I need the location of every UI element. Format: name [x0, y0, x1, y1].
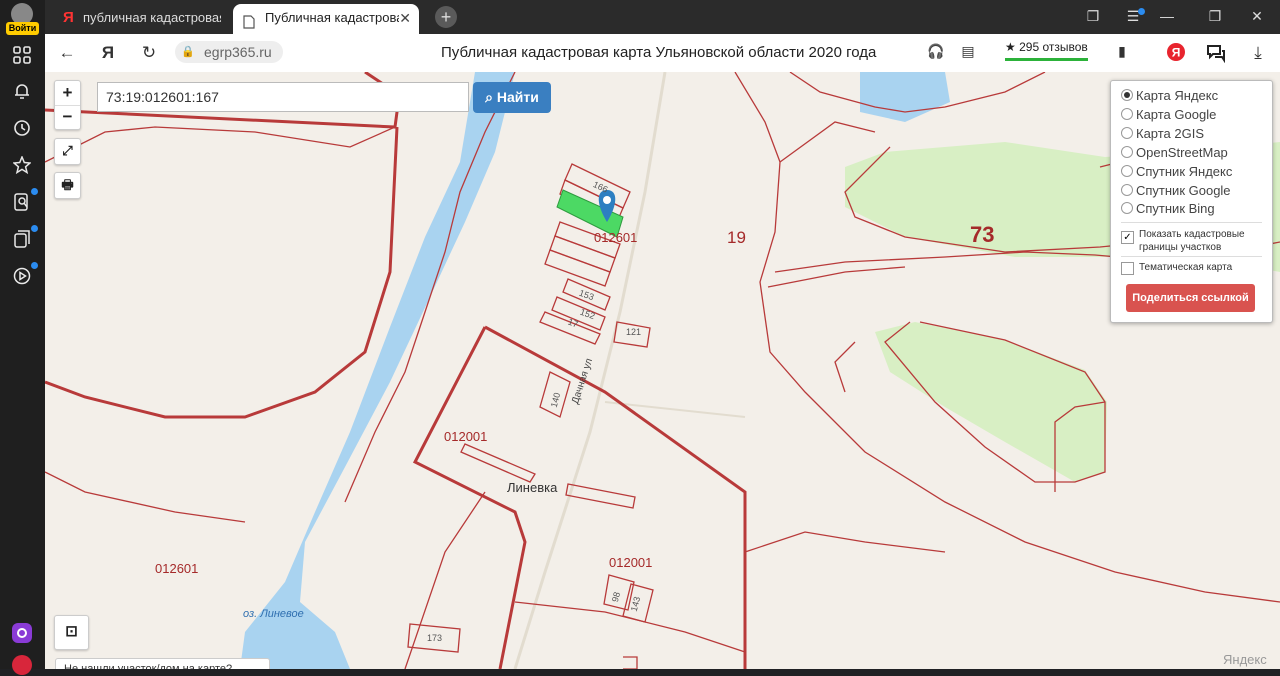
radio-button[interactable]	[1121, 89, 1133, 101]
layer-option[interactable]: Карта 2GIS	[1121, 126, 1204, 141]
url-field[interactable]: 🔒 egrp365.ru	[175, 41, 283, 63]
quarter-label: 012001	[609, 555, 653, 570]
layer-option[interactable]: Спутник Bing	[1121, 201, 1215, 216]
quarter-label: 012601	[155, 561, 199, 576]
layer-option[interactable]: Спутник Google	[1121, 183, 1231, 198]
alice-icon[interactable]	[11, 622, 33, 644]
parcel-label: 173	[427, 633, 443, 643]
tabs-icon[interactable]: ❐	[1083, 8, 1103, 25]
lock-icon: 🔒	[181, 46, 195, 58]
tab-yandex[interactable]: Я публичная кадастровая к	[51, 4, 229, 34]
close-window-icon[interactable]: ✕	[1247, 8, 1267, 25]
tab-label: публичная кадастровая к	[83, 10, 221, 25]
village-label: Линевка	[507, 480, 558, 495]
yandex-button-icon[interactable]: Я	[1165, 42, 1187, 67]
minimize-icon[interactable]: —	[1157, 8, 1177, 24]
reviews-count[interactable]: ★ 295 отзывов	[1005, 40, 1088, 54]
back-icon[interactable]: ←	[56, 43, 78, 63]
star-icon[interactable]	[11, 154, 33, 176]
map-area[interactable]: 19 73 012601 012001 012601 012001 Линевк…	[45, 72, 1280, 669]
headphones-icon[interactable]: 🎧	[925, 43, 947, 60]
river	[240, 72, 515, 669]
search-doc-icon[interactable]	[11, 191, 33, 213]
tab-label: Публичная кадастрова	[265, 10, 399, 25]
address-bar: ← Я ↻ 🔒 egrp365.ru Публичная кадастровая…	[45, 34, 1280, 73]
yandex-watermark: Яндекс	[1223, 652, 1267, 667]
fullscreen-button[interactable]: ⤢	[54, 138, 81, 165]
water-area	[860, 72, 950, 122]
url-text: egrp365.ru	[204, 44, 272, 60]
reviews-bar	[1005, 58, 1088, 61]
zoom-in-button[interactable]: +	[55, 81, 80, 106]
search-icon: ⌕	[485, 89, 497, 105]
print-icon[interactable]: 🖶	[54, 172, 81, 199]
thematic-label: Тематическая карта	[1139, 262, 1233, 273]
lake-label: оз. Линевое	[243, 608, 304, 620]
search-button[interactable]: ⌕ Найти	[473, 82, 551, 113]
bookmark-icon[interactable]: ▮	[1111, 43, 1133, 60]
ruler-icon[interactable]: ⊡	[54, 615, 89, 650]
radio-button[interactable]	[1121, 108, 1133, 120]
history-icon[interactable]	[11, 117, 33, 139]
page-title: Публичная кадастровая карта Ульяновской …	[441, 44, 877, 61]
layer-option[interactable]: Карта Google	[1121, 107, 1216, 122]
browser-sidebar: Войти	[0, 0, 45, 675]
chat-icon[interactable]	[1205, 43, 1227, 68]
close-icon[interactable]: ✕	[399, 4, 411, 32]
radio-button[interactable]	[1121, 146, 1133, 158]
grid-icon[interactable]	[11, 44, 33, 66]
region-label: 73	[970, 222, 995, 247]
reload-icon[interactable]: ↻	[138, 43, 160, 63]
quarter-label: 012601	[594, 230, 638, 245]
profile-icon[interactable]	[11, 654, 33, 676]
yandex-home-icon[interactable]: Я	[97, 43, 119, 63]
thematic-checkbox[interactable]	[1121, 262, 1134, 275]
search-input[interactable]	[97, 82, 469, 112]
bell-icon[interactable]	[11, 80, 33, 102]
zoom-out-button[interactable]: −	[55, 106, 80, 129]
quarter-label: 012001	[444, 429, 488, 444]
restore-icon[interactable]: ❐	[1205, 8, 1225, 25]
layer-option[interactable]: Спутник Яндекс	[1121, 164, 1232, 179]
collections-icon[interactable]	[11, 228, 33, 250]
layer-option[interactable]: OpenStreetMap	[1121, 145, 1228, 160]
show-borders-label: Показать кадастровые границы участков	[1139, 229, 1245, 253]
show-borders-checkbox[interactable]: ✓	[1121, 231, 1134, 244]
tab-bar: Я публичная кадастровая к Публичная када…	[45, 0, 1280, 34]
radio-button[interactable]	[1121, 184, 1133, 196]
map-canvas	[45, 72, 1280, 669]
quarter-label: 19	[727, 228, 746, 247]
layer-option[interactable]: Карта Яндекс	[1121, 88, 1218, 103]
layers-panel: Карта Яндекс Карта Google Карта 2GIS Ope…	[1110, 80, 1273, 323]
parcel-label: 121	[626, 327, 642, 337]
svg-text:Я: Я	[1172, 46, 1181, 60]
not-found-hint[interactable]: Не нашли участок/дом на карте?	[55, 658, 270, 669]
page-icon	[243, 11, 255, 34]
play-icon[interactable]	[11, 265, 33, 287]
tab-active[interactable]: Публичная кадастрова ✕	[233, 4, 419, 34]
zoom-control: + −	[54, 80, 81, 130]
radio-button[interactable]	[1121, 165, 1133, 177]
yandex-logo-icon: Я	[63, 9, 74, 26]
download-icon[interactable]: ⤓	[1247, 43, 1269, 63]
new-tab-button[interactable]: +	[435, 6, 457, 28]
reader-icon[interactable]: ▤	[957, 43, 979, 60]
share-link-button[interactable]: Поделиться ссылкой	[1126, 284, 1255, 312]
radio-button[interactable]	[1121, 127, 1133, 139]
forest-area	[875, 322, 1107, 482]
login-button[interactable]: Войти	[6, 22, 39, 35]
radio-button[interactable]	[1121, 202, 1133, 214]
